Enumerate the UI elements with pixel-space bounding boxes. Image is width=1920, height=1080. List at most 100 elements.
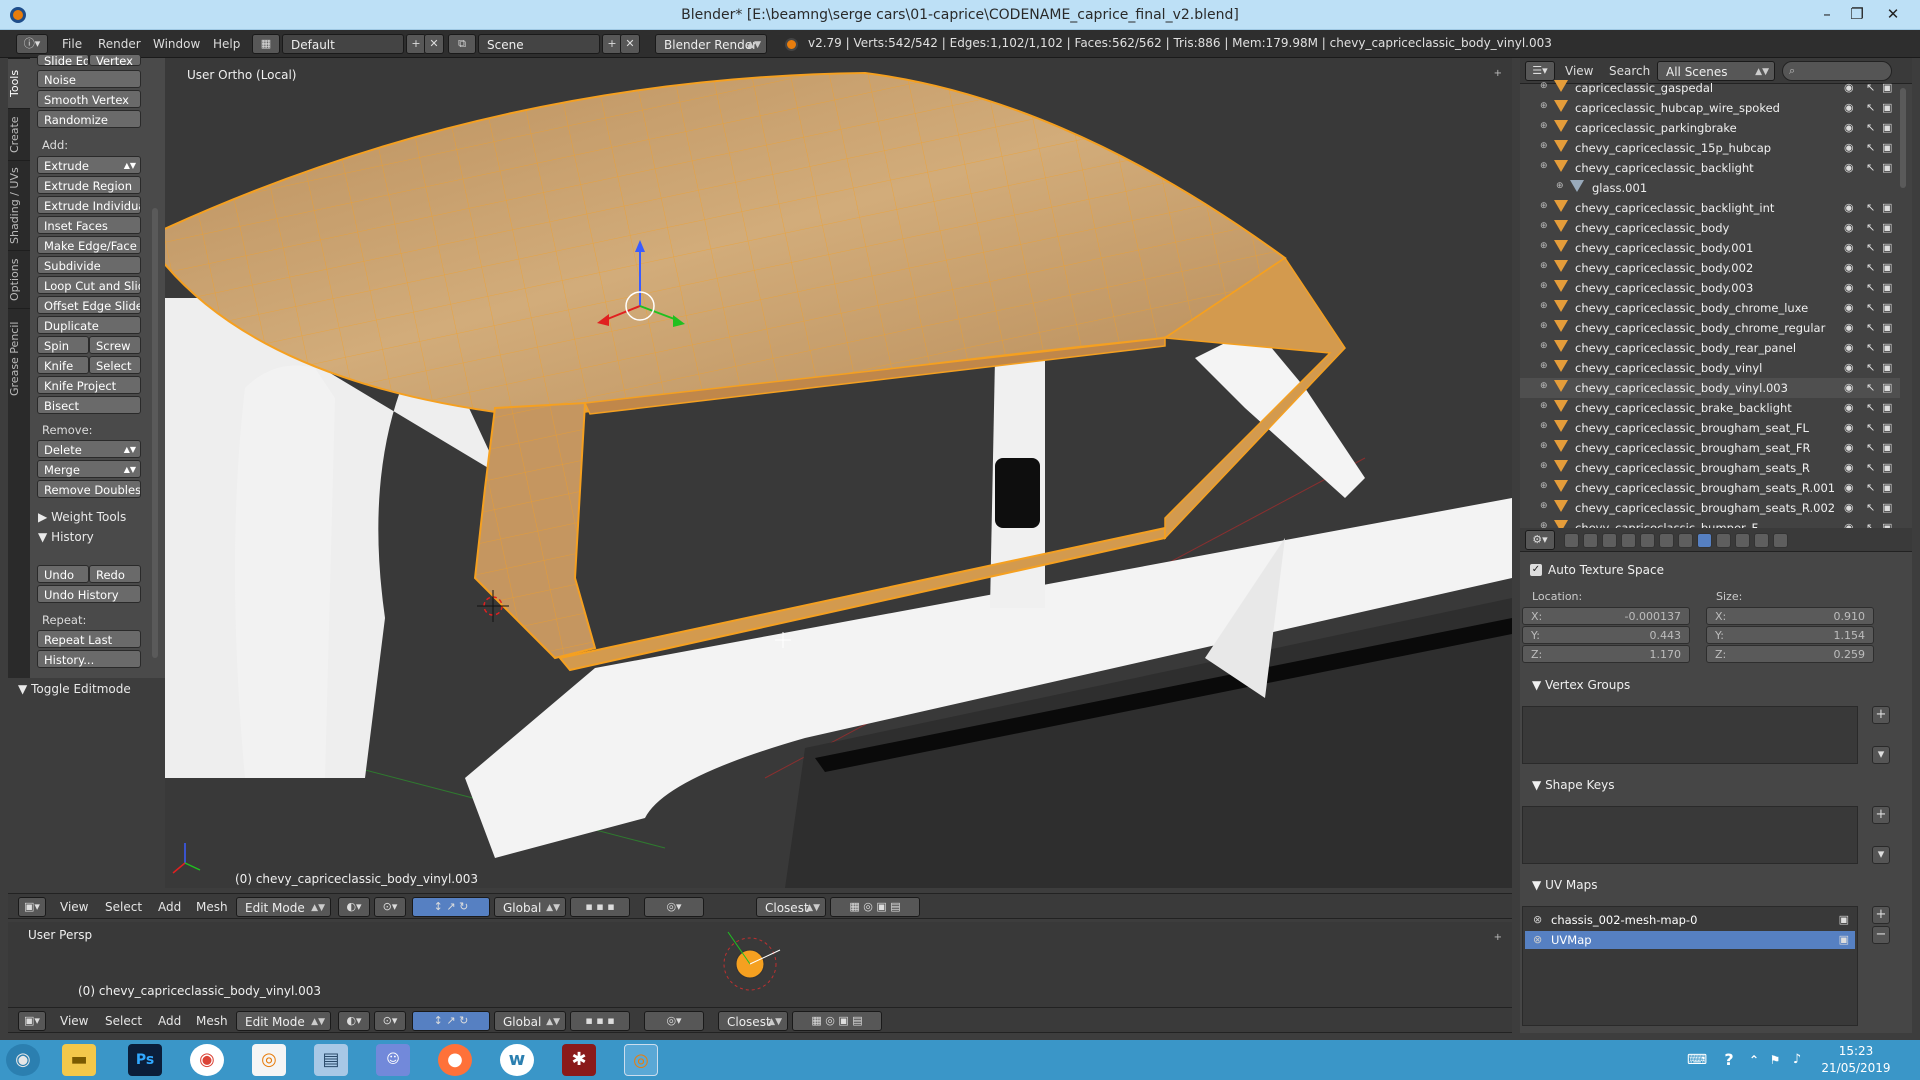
firefox-icon[interactable]: ● — [438, 1044, 472, 1076]
knife-select-button[interactable]: Select — [89, 356, 141, 374]
outliner-row[interactable]: ⊕ chevy_capriceclassic_body.003 ◉ ↖ ▣ — [1520, 278, 1900, 298]
expand-toggle-icon[interactable]: ⊕ — [1540, 101, 1548, 111]
extrude-individual-button[interactable]: Extrude Individual — [37, 196, 141, 214]
file-explorer-icon[interactable]: ▬ — [62, 1044, 96, 1076]
expand-toggle-icon[interactable]: ⊕ — [1540, 441, 1548, 451]
visibility-eye-icon[interactable]: ◉ — [1844, 441, 1854, 454]
selectability-cursor-icon[interactable]: ↖ — [1866, 441, 1875, 454]
expand-toggle-icon[interactable]: ⊕ — [1540, 241, 1548, 251]
selectability-cursor-icon[interactable]: ↖ — [1866, 161, 1875, 174]
pivot-point-icon[interactable]: ⊙▾ — [374, 1011, 406, 1031]
selectability-cursor-icon[interactable]: ↖ — [1866, 221, 1875, 234]
visibility-eye-icon[interactable]: ◉ — [1844, 161, 1854, 174]
size-z-field[interactable]: Z: 0.259 — [1706, 645, 1874, 663]
visibility-eye-icon[interactable]: ◉ — [1844, 121, 1854, 134]
game-app-icon[interactable]: ✱ — [562, 1044, 596, 1076]
expand-toggle-icon[interactable]: ⊕ — [1540, 141, 1548, 151]
renderability-camera-icon[interactable]: ▣ — [1882, 341, 1892, 354]
expand-toggle-icon[interactable]: ⊕ — [1540, 281, 1548, 291]
delete-dropdown[interactable]: Delete ▲▼ — [37, 440, 141, 458]
outliner-row[interactable]: ⊕ chevy_capriceclassic_brougham_seats_R.0… — [1520, 498, 1900, 518]
chrome-icon[interactable]: ◉ — [190, 1044, 224, 1076]
uv-maps-panel-header[interactable]: ▼ UV Maps — [1532, 878, 1597, 892]
expand-toggle-icon[interactable]: ⊕ — [1540, 481, 1548, 491]
menu-mesh[interactable]: Mesh — [196, 900, 228, 914]
render-layers-tab-icon[interactable] — [1583, 533, 1598, 548]
expand-toggle-icon[interactable]: ⊕ — [1540, 221, 1548, 231]
renderability-camera-icon[interactable]: ▣ — [1882, 161, 1892, 174]
mode-dropdown[interactable]: Edit Mode ▲▼ — [236, 897, 331, 917]
subdivide-button[interactable]: Subdivide — [37, 256, 141, 274]
selectability-cursor-icon[interactable]: ↖ — [1866, 141, 1875, 154]
extrude-region-button[interactable]: Extrude Region — [37, 176, 141, 194]
menu-window[interactable]: Window — [153, 35, 200, 53]
menu-add[interactable]: Add — [158, 1014, 181, 1028]
keyboard-icon[interactable]: ⌨ — [1682, 1044, 1712, 1076]
redo-button[interactable]: Redo — [89, 565, 141, 583]
start-button-icon[interactable]: ◉ — [6, 1044, 40, 1076]
select-mode-buttons[interactable]: ▪ ▪ ▪ — [570, 897, 630, 917]
shape-key-specials-button[interactable]: ▾ — [1872, 846, 1890, 864]
close-button[interactable]: ✕ — [1878, 3, 1908, 25]
menu-add[interactable]: Add — [158, 900, 181, 914]
menu-file[interactable]: File — [62, 35, 82, 53]
renderability-camera-icon[interactable]: ▣ — [1882, 201, 1892, 214]
selectability-cursor-icon[interactable]: ↖ — [1866, 201, 1875, 214]
outliner-row[interactable]: ⊕ chevy_capriceclassic_body.001 ◉ ↖ ▣ — [1520, 238, 1900, 258]
render-buttons[interactable]: ▦ ◎ ▣ ▤ — [792, 1011, 882, 1031]
blender-launcher-icon[interactable]: ◎ — [252, 1044, 286, 1076]
weight-tools-panel-header[interactable]: ▶ Weight Tools — [38, 510, 126, 524]
visibility-eye-icon[interactable]: ◉ — [1844, 81, 1854, 94]
3d-viewport[interactable]: User Ortho (Local) (0) chevy_capriceclas… — [165, 58, 1512, 888]
repeat-last-button[interactable]: Repeat Last — [37, 630, 141, 648]
tab-shading-uvs[interactable]: Shading / UVs — [8, 160, 30, 250]
renderability-camera-icon[interactable]: ▣ — [1882, 221, 1892, 234]
selectability-cursor-icon[interactable]: ↖ — [1866, 481, 1875, 494]
clock-time[interactable]: 15:23 — [1816, 1044, 1896, 1058]
toggle-editmode-panel-header[interactable]: ▼ Toggle Editmode — [18, 682, 168, 696]
vertex-groups-panel-header[interactable]: ▼ Vertex Groups — [1532, 678, 1630, 692]
extrude-button[interactable]: Extrude ▲▼ — [37, 156, 141, 174]
editor-type-3dview-icon[interactable]: ▣▾ — [18, 897, 46, 917]
expand-toggle-icon[interactable]: ⊕ — [1540, 321, 1548, 331]
expand-toggle-icon[interactable]: ⊕ — [1540, 201, 1548, 211]
outliner-row[interactable]: ⊕ chevy_capriceclassic_body ◉ ↖ ▣ — [1520, 218, 1900, 238]
add-shape-key-button[interactable]: + — [1872, 806, 1890, 824]
expand-toggle-icon[interactable]: ⊕ — [1540, 341, 1548, 351]
smooth-vertex-button[interactable]: Smooth Vertex — [37, 90, 141, 108]
outliner-row[interactable]: ⊕ chevy_capriceclassic_bumper_F ◉ ↖ ▣ — [1520, 518, 1900, 528]
lower-3d-viewport[interactable]: User Persp (0) chevy_capriceclassic_body… — [8, 922, 1512, 1017]
renderability-camera-icon[interactable]: ▣ — [1882, 301, 1892, 314]
w-app-icon[interactable]: w — [500, 1044, 534, 1076]
orientation-dropdown[interactable]: Global ▲▼ — [494, 897, 566, 917]
visibility-eye-icon[interactable]: ◉ — [1844, 201, 1854, 214]
manipulator-toggles[interactable]: ↕ ↗ ↻ — [412, 1011, 490, 1031]
renderability-camera-icon[interactable]: ▣ — [1882, 361, 1892, 374]
selectability-cursor-icon[interactable]: ↖ — [1866, 361, 1875, 374]
menu-view[interactable]: View — [60, 1014, 88, 1028]
render-engine-dropdown[interactable]: Blender Render ▲▼ — [655, 34, 767, 54]
selectability-cursor-icon[interactable]: ↖ — [1866, 461, 1875, 474]
manipulator-toggles[interactable]: ↕ ↗ ↻ — [412, 897, 490, 917]
outliner-row[interactable]: ⊕ glass.001 — [1520, 178, 1900, 198]
renderability-camera-icon[interactable]: ▣ — [1882, 421, 1892, 434]
visibility-eye-icon[interactable]: ◉ — [1844, 521, 1854, 528]
toolshelf-scrollbar[interactable] — [152, 208, 158, 658]
outliner-row[interactable]: ⊕ chevy_capriceclassic_body_vinyl.003 ◉ ↖ ▣ — [1520, 378, 1900, 398]
scene-icon[interactable]: ⧉ — [448, 34, 476, 54]
history-dots-button[interactable]: History... — [37, 650, 141, 668]
expand-toggle-icon[interactable]: ⊕ — [1540, 521, 1548, 528]
mesh-data-tab-icon[interactable] — [1697, 533, 1712, 548]
active-render-camera-icon[interactable]: ▣ — [1839, 913, 1849, 926]
visibility-eye-icon[interactable]: ◉ — [1844, 361, 1854, 374]
remove-uv-map-button[interactable]: − — [1872, 926, 1890, 944]
outliner-row[interactable]: ⊕ chevy_capriceclassic_brake_backlight ◉ ↖ ▣ — [1520, 398, 1900, 418]
menu-view[interactable]: View — [60, 900, 88, 914]
renderability-camera-icon[interactable]: ▣ — [1882, 381, 1892, 394]
render-tab-icon[interactable] — [1564, 533, 1579, 548]
size-y-field[interactable]: Y: 1.154 — [1706, 626, 1874, 644]
renderability-camera-icon[interactable]: ▣ — [1882, 321, 1892, 334]
make-edge-face-button[interactable]: Make Edge/Face — [37, 236, 141, 254]
undo-history-button[interactable]: Undo History — [37, 585, 141, 603]
expand-toggle-icon[interactable]: ⊕ — [1540, 381, 1548, 391]
